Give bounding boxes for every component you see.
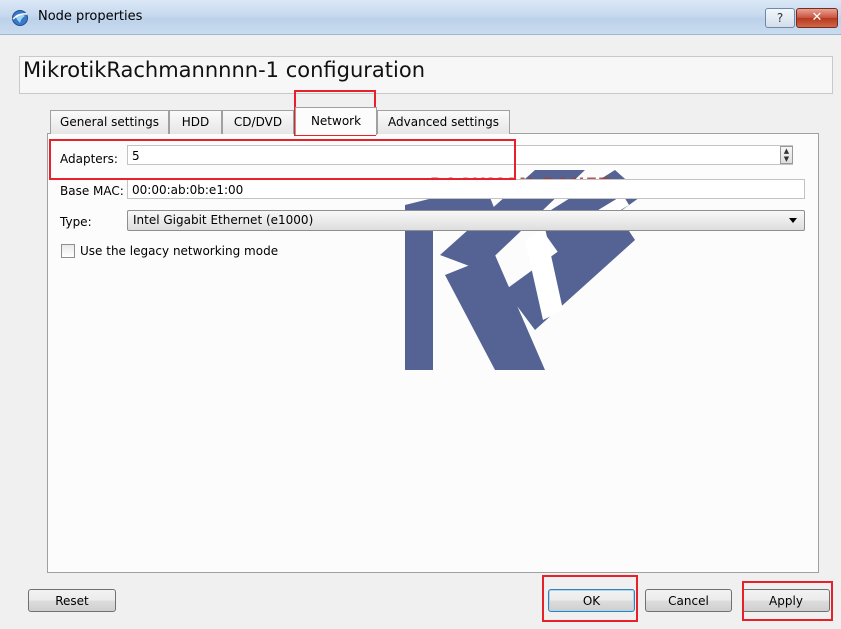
legacy-networking-label[interactable]: Use the legacy networking mode bbox=[80, 244, 278, 258]
spin-up-icon[interactable]: ▲ bbox=[781, 147, 792, 155]
ok-button-highlight bbox=[542, 575, 638, 622]
tab-cd-dvd[interactable]: CD/DVD bbox=[222, 110, 294, 134]
app-globe-icon bbox=[12, 10, 28, 26]
spin-down-icon[interactable]: ▼ bbox=[781, 155, 792, 163]
node-properties-dialog: Node properties ? ✕ MikrotikRachmannnnn-… bbox=[0, 0, 841, 629]
adapters-spin-buttons[interactable]: ▲ ▼ bbox=[780, 146, 793, 164]
tab-network[interactable]: Network bbox=[295, 107, 377, 135]
base-mac-label: Base MAC: bbox=[60, 184, 124, 198]
adapters-highlight bbox=[49, 139, 516, 180]
adapter-type-select[interactable]: Intel Gigabit Ethernet (e1000) bbox=[127, 210, 805, 231]
close-button[interactable]: ✕ bbox=[796, 8, 838, 28]
cancel-button[interactable]: Cancel bbox=[645, 589, 732, 612]
type-label: Type: bbox=[60, 215, 92, 229]
chevron-down-icon bbox=[789, 218, 797, 223]
window-title: Node properties bbox=[38, 9, 143, 24]
legacy-networking-checkbox[interactable] bbox=[61, 244, 75, 258]
help-button[interactable]: ? bbox=[765, 8, 795, 28]
adapter-type-value: Intel Gigabit Ethernet (e1000) bbox=[133, 213, 314, 227]
tab-general-settings[interactable]: General settings bbox=[50, 110, 169, 134]
tab-hdd[interactable]: HDD bbox=[169, 110, 222, 134]
title-bar: Node properties ? ✕ bbox=[0, 0, 841, 35]
apply-button-highlight bbox=[742, 581, 833, 621]
page-title: MikrotikRachmannnnn-1 configuration bbox=[23, 58, 426, 82]
reset-button[interactable]: Reset bbox=[28, 589, 116, 612]
base-mac-field[interactable]: 00:00:ab:0b:e1:00 bbox=[127, 179, 805, 199]
tab-advanced-settings[interactable]: Advanced settings bbox=[377, 110, 510, 134]
